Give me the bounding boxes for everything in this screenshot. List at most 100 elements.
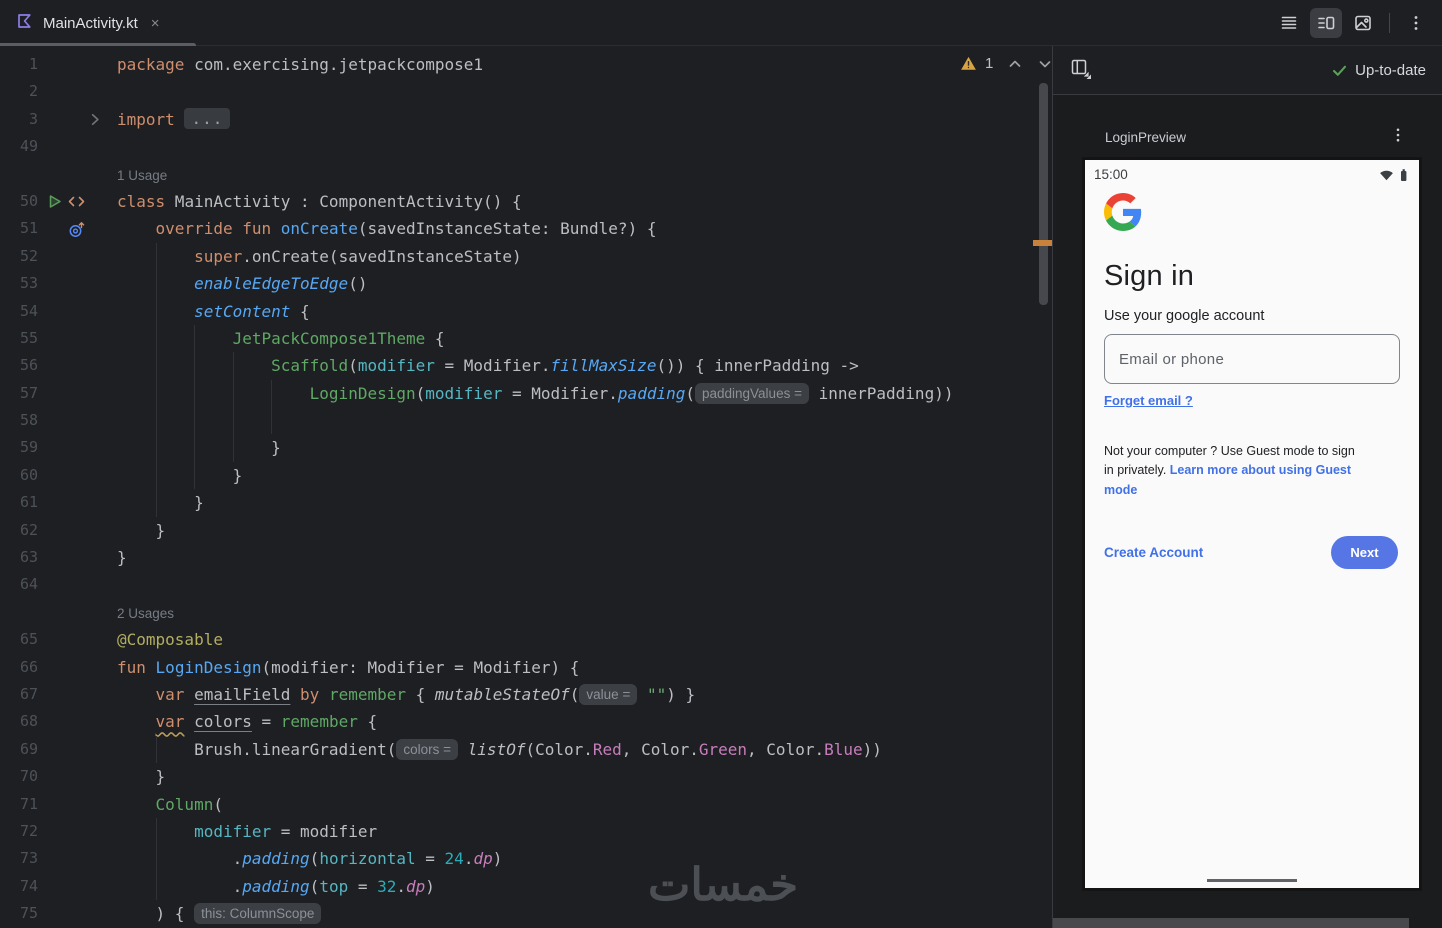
indent-guide [155,489,157,517]
chevron-down-icon[interactable] [1037,56,1053,72]
code-token: Red [592,739,622,759]
code-token: = [415,849,445,869]
kebab-menu-icon[interactable] [1390,127,1406,148]
line-number: 73 [19,849,38,868]
inspections-widget[interactable]: 1 [960,55,1053,72]
code-token: = Modifier. [434,356,551,376]
code-line[interactable]: 74 .padding(top = 32.dp) [0,872,1052,901]
code-token: = [251,712,281,732]
code-line[interactable]: 64 [0,571,1052,598]
code-line[interactable]: 65 @Composable [0,626,1052,653]
code-line[interactable]: 59 } [0,434,1052,462]
code-token: package [117,55,185,74]
code-line[interactable]: 51 override fun onCreate(savedInstanceSt… [0,215,1052,242]
create-account-link[interactable]: Create Account [1104,545,1203,560]
indent-guide [194,434,196,462]
code-token: JetPackCompose1Theme [232,328,426,348]
code-line[interactable]: 68 var colors = remember { [0,708,1052,735]
markup-icon[interactable] [67,192,86,211]
code-token: listOf [467,739,526,759]
code-token: colors [194,712,252,732]
code-view-icon[interactable] [1273,8,1305,38]
next-button[interactable]: Next [1331,536,1398,570]
line-number [0,599,38,626]
code-line[interactable]: 75 ) { this: ColumnScope [0,900,1052,927]
indent-guide [194,379,196,408]
editor-scrollbar-thumb[interactable] [1039,83,1048,305]
indent-guide [155,324,157,353]
code-line[interactable]: 70 } [0,763,1052,790]
code-line[interactable]: 56 Scaffold(modifier = Modifier.fillMaxS… [0,352,1052,380]
code-line[interactable]: 52 super.onCreate(savedInstanceState) [0,242,1052,271]
line-number: 55 [19,328,38,347]
fold-arrow-icon[interactable] [86,110,104,129]
code-line[interactable]: 67 var emailField by remember { mutableS… [0,681,1052,708]
code-line[interactable]: 72 modifier = modifier [0,817,1052,846]
inlay-hint: paddingValues = [695,382,809,404]
code-token: () [348,274,368,294]
code-line[interactable]: 69 Brush.linearGradient(colors = listOf(… [0,735,1052,764]
code-line[interactable]: 62 } [0,517,1052,544]
signin-screen: Sign in Use your google account Email or… [1085,193,1419,570]
code-line[interactable]: 53 enableEdgeToEdge() [0,270,1052,298]
code-line[interactable]: 66 fun LoginDesign(modifier: Modifier = M… [0,654,1052,681]
line-number: 53 [19,274,38,293]
code-token: (savedInstanceState: Bundle?) { [357,219,657,239]
code-line[interactable]: 55 JetPackCompose1Theme { [0,324,1052,353]
warning-stripe-marker[interactable] [1033,240,1052,246]
close-icon[interactable]: × [151,15,160,32]
code-line[interactable]: 57 LoginDesign(modifier = Modifier.paddi… [0,379,1052,408]
code-line[interactable]: 73 .padding(horizontal = 24.dp) [0,845,1052,873]
code-token: import [117,109,175,129]
indent-guide [155,270,157,298]
code-token: @Composable [117,630,223,650]
email-input[interactable]: Email or phone [1104,334,1400,384]
code-line[interactable]: 50 class MainActivity : ComponentActivity… [0,188,1052,215]
forget-email-link[interactable]: Forget email ? [1104,393,1193,408]
code-line[interactable]: 58 [0,407,1052,435]
code-token: . [463,849,474,869]
code-token: (Color. [525,739,593,759]
code-editor[interactable]: 1 package com.exercising.jetpackcompose1 2… [0,46,1052,928]
preview-hscrollbar-thumb[interactable] [1053,918,1409,928]
code-line[interactable]: 71 Column( [0,791,1052,818]
usages-hint[interactable]: 1 Usage [117,168,167,183]
code-line[interactable]: 61 } [0,489,1052,517]
inlay-hint: colors = [396,738,459,760]
code-token: ( [309,876,320,896]
code-line[interactable]: 1 package com.exercising.jetpackcompose1 [0,51,1052,78]
status-label: Up-to-date [1355,61,1426,79]
code-token: Blue [824,739,863,759]
layout-view-icon[interactable] [1069,57,1091,84]
split-view-icon[interactable] [1310,8,1342,38]
code-line[interactable]: 49 [0,133,1052,160]
override-icon[interactable] [67,220,86,239]
code-line[interactable]: 60 } [0,461,1052,490]
code-lines: 1 package com.exercising.jetpackcompose1 2… [0,51,1052,928]
chevron-up-icon[interactable] [1007,56,1023,72]
code-line[interactable]: 2 Usages [0,599,1052,626]
code-line[interactable]: 1 Usage [0,161,1052,188]
tab-mainactivity[interactable]: MainActivity.kt × [0,0,174,46]
usages-hint[interactable]: 2 Usages [117,606,174,621]
line-number: 51 [19,219,38,238]
line-number: 68 [19,712,38,731]
line-number: 70 [19,767,38,786]
indent-guide [155,297,157,325]
indent-guide [232,434,234,462]
kebab-menu-icon[interactable] [1400,8,1432,38]
run-icon[interactable] [45,192,64,211]
code-token: } [117,548,127,568]
design-view-icon[interactable] [1347,8,1379,38]
line-number: 50 [19,191,38,210]
line-number: 60 [19,465,38,484]
code-line[interactable]: 2 [0,78,1052,105]
code-line[interactable]: 54 setContent { [0,297,1052,325]
folded-imports[interactable]: ... [184,107,231,129]
code-line[interactable]: 3 import ... [0,106,1052,133]
code-line[interactable]: 63} [0,544,1052,571]
